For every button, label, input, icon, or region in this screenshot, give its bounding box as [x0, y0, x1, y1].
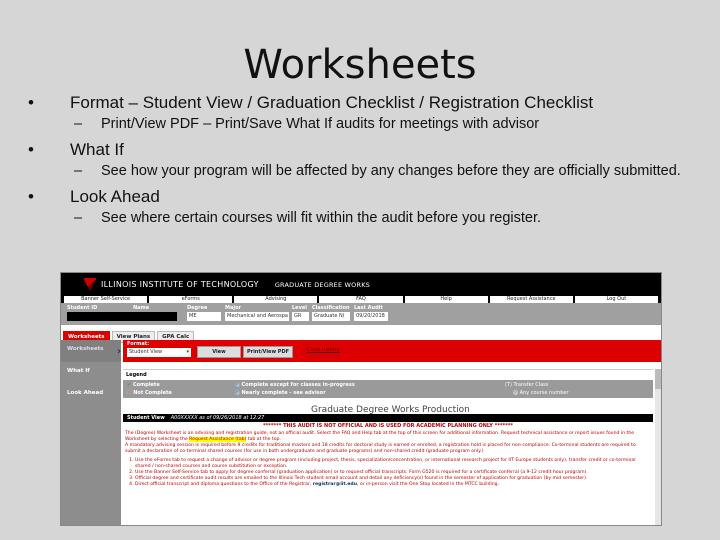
legend: Legend ✔ Complete ☐ Not Complete ◪ Compl… [123, 369, 653, 398]
registrar-email-link[interactable]: registrar@iit.edu [313, 482, 357, 487]
step-item: Use the eForms tab to request a change o… [135, 458, 649, 470]
class-history-link[interactable]: Class History [307, 347, 340, 353]
step-text: Direct official transcript and diploma q… [135, 482, 313, 487]
dash-glyph: – [74, 163, 83, 179]
name-label: Name [133, 305, 150, 311]
bullet-look-ahead: • Look Ahead [28, 186, 708, 208]
format-select[interactable]: Student View ▾ [127, 348, 191, 357]
bullet-what-if: • What If [28, 139, 708, 161]
legend-label: Complete [132, 382, 160, 388]
sub-bullet: – Print/View PDF – Print/Save What If aud… [28, 116, 708, 133]
iit-logo-icon [83, 277, 97, 292]
classification-field: Graduate N( [312, 312, 350, 321]
nav-request-assistance[interactable]: Request Assistance [489, 296, 573, 303]
format-selected-value: Student View [129, 349, 163, 355]
worksheet-instructions: The (Degree) Worksheet is an advising an… [125, 431, 649, 488]
sidebar-item-look-ahead[interactable]: Look Ahead [61, 384, 121, 406]
sub-bullet-text: See where certain courses will fit withi… [101, 210, 542, 226]
degree-select[interactable]: ME [187, 312, 221, 321]
step-text: , or in-person visit the One Stop locate… [356, 482, 500, 487]
nav-faq[interactable]: FAQ [319, 296, 403, 303]
scrollbar-thumb[interactable] [655, 369, 661, 389]
legend-complete: ✔ Complete [127, 382, 160, 388]
bullet-list: • Format – Student View / Graduation Chec… [28, 92, 708, 233]
nav-advising[interactable]: Advising [234, 296, 318, 303]
major-label: Major [225, 305, 241, 311]
legend-items: ✔ Complete ☐ Not Complete ◪ Complete exc… [123, 380, 653, 398]
bullet-text: Format – Student View / Graduation Check… [70, 93, 594, 112]
level-label: Level [292, 305, 307, 311]
student-view-bar: Student View A00XXXXX as of 09/26/2018 at… [123, 414, 653, 422]
chevron-right-icon: › [117, 346, 122, 357]
product-name: GRADUATE DEGREE WORKS [274, 280, 370, 289]
last-audit-field: 09/20/2018 [354, 312, 388, 321]
bullet-glyph: • [28, 187, 34, 206]
sidebar-item-worksheets[interactable]: Worksheets [61, 340, 121, 362]
student-view-label: Student View [127, 415, 165, 421]
level-field: GR [292, 312, 309, 321]
sub-bullet: – See where certain courses will fit with… [28, 210, 708, 227]
sidebar-item-what-if[interactable]: What If [61, 362, 121, 384]
nav-log-out[interactable]: Log Out [574, 296, 658, 303]
legend-nearly-complete: ◪ Nearly complete - see advisor [235, 390, 326, 396]
view-button[interactable]: View [197, 346, 241, 358]
student-id-label: Student ID [67, 305, 98, 311]
bullet-format: • Format – Student View / Graduation Chec… [28, 92, 708, 114]
scrollbar[interactable] [655, 369, 661, 525]
sub-bullet-text: See how your program will be affected by… [101, 163, 681, 179]
bullet-text: Look Ahead [70, 187, 160, 206]
legend-any-course: @ Any course number [513, 390, 569, 396]
classification-label: Classification [312, 305, 350, 311]
step-item: Direct official transcript and diploma q… [135, 482, 649, 488]
app-header: ILLINOIS INSTITUTE OF TECHNOLOGY GRADUAT… [61, 273, 661, 296]
format-label: Format: [127, 341, 150, 347]
bullet-glyph: • [28, 93, 34, 112]
last-audit-label: Last Audit [354, 305, 383, 311]
dash-glyph: – [74, 210, 83, 226]
legend-transfer: (T) Transfer Class [505, 382, 549, 388]
nav-eforms[interactable]: eForms [149, 296, 233, 303]
steps-list: Use the eForms tab to request a change o… [125, 458, 649, 488]
unofficial-warning: ******* THIS AUDIT IS NOT OFFICIAL AND I… [263, 423, 513, 429]
major-field: Mechanical and Aerospa [225, 312, 289, 321]
sidebar: Worksheets What If Look Ahead [61, 340, 121, 525]
sub-bullet: – See how your program will be affected b… [28, 163, 708, 180]
dash-glyph: – [74, 116, 83, 132]
bullet-text: What If [70, 140, 124, 159]
legend-in-progress: ◪ Complete except for classes in-progres… [235, 382, 355, 388]
degree-label: Degree [187, 305, 208, 311]
bullet-glyph: • [28, 140, 34, 159]
student-id-field[interactable] [67, 312, 177, 321]
intro-paragraph-1: The (Degree) Worksheet is an advising an… [125, 431, 649, 443]
top-nav: Banner Self-Service eForms Advising FAQ … [61, 296, 661, 303]
legend-not-complete: ☐ Not Complete [127, 390, 172, 396]
degree-works-screenshot: ILLINOIS INSTITUTE OF TECHNOLOGY GRADUAT… [60, 272, 662, 526]
legend-label: Complete except for classes in-progress [241, 382, 355, 388]
student-view-info: A00XXXXX as of 09/26/2018 at 12:27 [170, 415, 265, 421]
legend-label: Not Complete [133, 390, 172, 396]
intro-text: tab at the top. [246, 437, 281, 442]
legend-label: Nearly complete - see advisor [241, 390, 326, 396]
nav-banner-self-service[interactable]: Banner Self-Service [64, 296, 148, 303]
institution-name: ILLINOIS INSTITUTE OF TECHNOLOGY [101, 280, 259, 289]
student-info-bar: Student ID Name Degree ME Major Mechanic… [61, 303, 661, 325]
format-bar: Format: Student View ▾ View Print/View PD… [123, 340, 661, 362]
nav-help[interactable]: Help [404, 296, 488, 303]
slide-title: Worksheets [243, 42, 477, 88]
sub-bullet-text: Print/View PDF – Print/Save What If audi… [101, 116, 540, 132]
legend-title: Legend [123, 369, 653, 380]
intro-paragraph-2: A mandatory advising session is required… [125, 443, 636, 454]
dropdown-arrow-icon: ▾ [186, 349, 189, 355]
print-view-pdf-button[interactable]: Print/View PDF [243, 346, 293, 358]
request-assistance-highlight: Request Assistance (tab) [189, 437, 247, 442]
